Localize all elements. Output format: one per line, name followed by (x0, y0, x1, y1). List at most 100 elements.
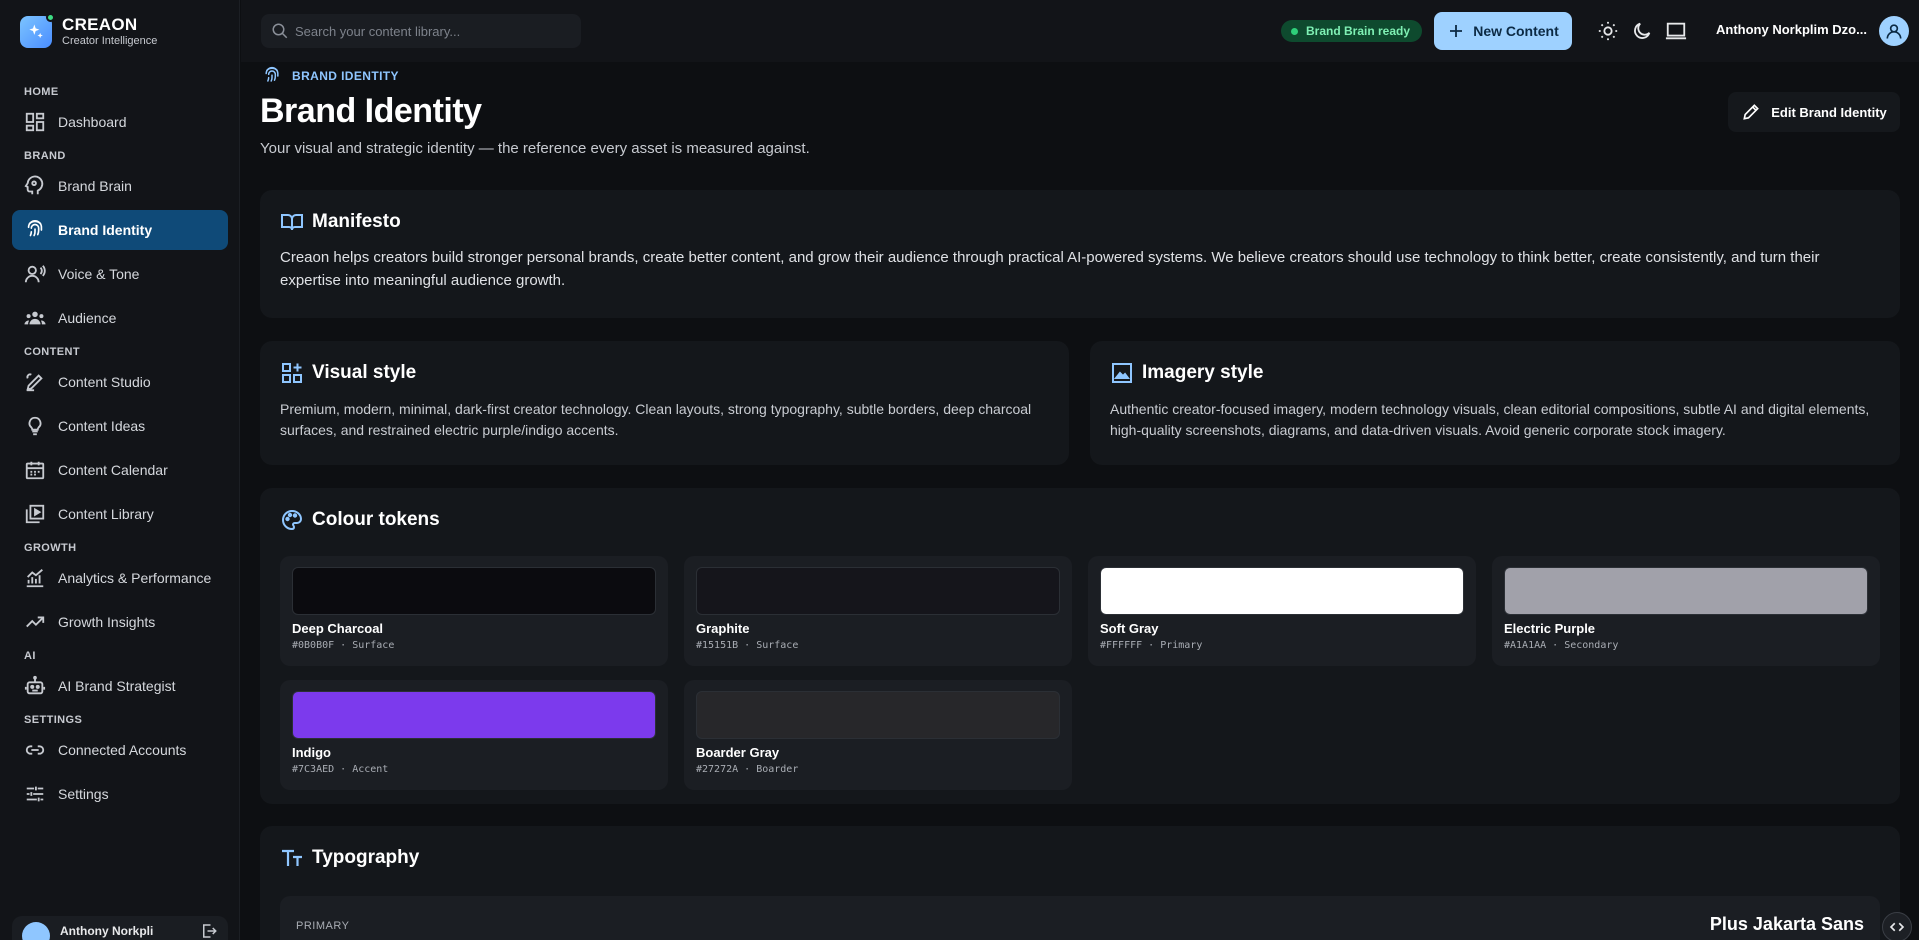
theme-switcher (1591, 12, 1693, 50)
colour-token-meta: #27272A · Boarder (696, 764, 799, 775)
sidebar-item-settings[interactable]: Settings (12, 774, 228, 814)
system-theme-button[interactable] (1659, 14, 1693, 48)
colour-token-meta: #7C3AED · Accent (292, 764, 389, 775)
sidebar-item-growth-insights[interactable]: Growth Insights (12, 602, 228, 642)
sidebar-item-label: Brand Identity (58, 222, 153, 238)
calendar-icon (25, 461, 45, 480)
lightbulb-icon (28, 416, 42, 436)
sidebar-item-ai-strategist[interactable]: AI Brand Strategist (12, 666, 228, 706)
colour-token-card[interactable]: Deep Charcoal #0B0B0F · Surface (280, 556, 668, 666)
typography-primary-font: Plus Jakarta Sans (1709, 914, 1864, 934)
code-brackets-icon (1889, 922, 1905, 932)
visual-style-title: Visual style (312, 362, 417, 383)
colour-swatch (696, 567, 1060, 615)
main-content: BRAND IDENTITY Brand Identity Your visua… (260, 62, 1900, 940)
new-content-button[interactable]: New Content (1434, 12, 1572, 50)
colour-token-name: Electric Purple (1504, 621, 1596, 636)
sidebar-item-brand-identity[interactable]: Brand Identity (12, 210, 228, 250)
topbar: Brand Brain ready New Content Anthony No… (241, 0, 1919, 62)
manifesto-title: Manifesto (312, 211, 401, 232)
sidebar-item-audience[interactable]: Audience (12, 298, 228, 338)
colour-token-card[interactable]: Graphite #15151B · Surface (684, 556, 1072, 666)
analytics-chart-icon (26, 569, 44, 588)
status-badge: Brand Brain ready (1281, 20, 1423, 42)
text-size-icon (282, 849, 302, 866)
colour-token-card[interactable]: Soft Gray #FFFFFF · Primary (1088, 556, 1476, 666)
sidebar: CREAON Creator Intelligence HOME Dashboa… (0, 0, 240, 940)
imagery-style-title: Imagery style (1142, 362, 1264, 383)
sidebar-item-content-ideas[interactable]: Content Ideas (12, 406, 228, 446)
nav-section-growth: GROWTH (24, 542, 77, 554)
colour-token-card[interactable]: Boarder Gray #27272A · Boarder (684, 680, 1072, 790)
sidebar-item-label: Content Ideas (58, 418, 146, 434)
search-bar[interactable] (261, 14, 581, 48)
colour-token-meta: #15151B · Surface (696, 640, 799, 651)
nav-section-settings: SETTINGS (24, 714, 83, 726)
sidebar-user-name: Anthony Norkpli (60, 924, 154, 938)
nav-section-brand: BRAND (24, 150, 66, 162)
dark-theme-button[interactable] (1625, 14, 1659, 48)
sidebar-item-analytics[interactable]: Analytics & Performance (12, 558, 228, 598)
voice-icon (24, 265, 46, 283)
sidebar-item-label: Content Calendar (58, 462, 168, 478)
colour-swatch (696, 691, 1060, 739)
status-dot-icon (1291, 27, 1298, 35)
manifesto-text: Creaon helps creators build stronger per… (280, 249, 1820, 289)
edit-pen-icon (26, 373, 43, 392)
search-icon (272, 23, 288, 39)
light-theme-button[interactable] (1591, 14, 1625, 48)
typography-card: Typography PRIMARY Plus Jakarta Sans (260, 826, 1900, 940)
sidebar-user-card[interactable]: Anthony Norkpli (12, 916, 228, 940)
dashboard-icon (25, 112, 45, 132)
code-toggle-button[interactable] (1882, 912, 1912, 940)
user-icon (1886, 24, 1902, 39)
nav-section-content: CONTENT (24, 346, 80, 358)
sidebar-item-label: Voice & Tone (58, 266, 140, 282)
logout-icon[interactable] (200, 922, 218, 940)
sidebar-item-connected-accounts[interactable]: Connected Accounts (12, 730, 228, 770)
breadcrumb: BRAND IDENTITY (262, 66, 399, 86)
sidebar-item-voice-tone[interactable]: Voice & Tone (12, 254, 228, 294)
edit-brand-identity-button[interactable]: Edit Brand Identity (1728, 92, 1900, 132)
search-input[interactable] (295, 23, 571, 39)
sidebar-item-label: Settings (58, 786, 109, 802)
sidebar-item-label: Content Library (58, 506, 154, 522)
sidebar-item-label: Content Studio (58, 374, 151, 390)
edit-button-label: Edit Brand Identity (1771, 104, 1887, 120)
page-title: Brand Identity (260, 92, 482, 130)
colour-token-card[interactable]: Indigo #7C3AED · Accent (280, 680, 668, 790)
sidebar-item-content-calendar[interactable]: Content Calendar (12, 450, 228, 490)
sidebar-item-dashboard[interactable]: Dashboard (12, 102, 228, 142)
sidebar-item-label: Audience (58, 310, 117, 326)
user-avatar[interactable] (1879, 16, 1909, 46)
widgets-icon (282, 363, 302, 383)
status-text: Brand Brain ready (1306, 24, 1411, 38)
sidebar-item-brand-brain[interactable]: Brand Brain (12, 166, 228, 206)
top-user-name[interactable]: Anthony Norkplim Dzo... (1716, 22, 1867, 37)
sidebar-item-content-library[interactable]: Content Library (12, 494, 228, 534)
sidebar-item-label: Brand Brain (58, 178, 132, 194)
colour-swatch (292, 567, 656, 615)
brain-head-icon (24, 175, 44, 195)
nav-section-ai: AI (24, 650, 36, 662)
logo[interactable]: CREAON Creator Intelligence (20, 13, 157, 48)
sun-icon (1598, 21, 1618, 41)
colour-token-card[interactable]: Electric Purple #A1A1AA · Secondary (1492, 556, 1880, 666)
page-subtitle: Your visual and strategic identity — the… (260, 140, 810, 157)
sidebar-item-label: Connected Accounts (58, 742, 187, 758)
nav-section-home: HOME (24, 86, 59, 98)
colour-token-name: Boarder Gray (696, 745, 780, 760)
audience-icon (24, 311, 46, 325)
sidebar-item-content-studio[interactable]: Content Studio (12, 362, 228, 402)
video-library-icon (25, 504, 45, 524)
colour-token-meta: #0B0B0F · Surface (292, 640, 395, 651)
sidebar-item-label: AI Brand Strategist (58, 678, 176, 694)
colour-swatch (1504, 567, 1868, 615)
colour-swatch (1100, 567, 1464, 615)
visual-style-card: Visual style Premium, modern, minimal, d… (260, 341, 1069, 465)
colour-token-name: Soft Gray (1100, 621, 1159, 636)
visual-style-text: Premium, modern, minimal, dark-first cre… (280, 401, 1032, 438)
sparkle-logo-icon (20, 13, 55, 48)
colour-tokens-card: Colour tokens Deep Charcoal #0B0B0F · Su… (260, 488, 1900, 804)
colour-swatch (292, 691, 656, 739)
